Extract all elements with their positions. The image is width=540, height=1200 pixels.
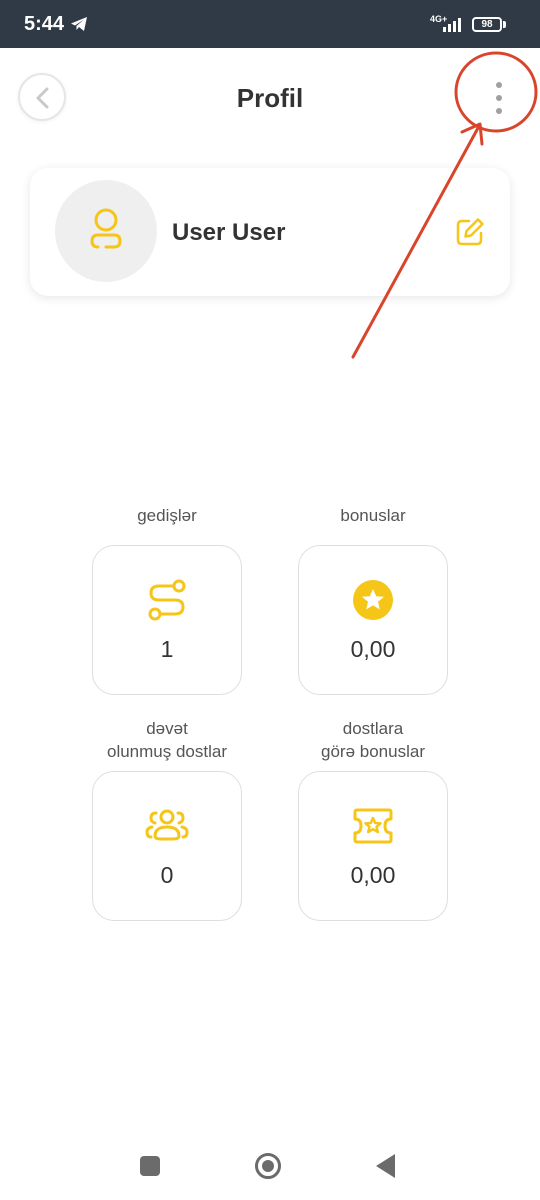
stat-value-bonuses: 0,00	[350, 636, 396, 662]
edit-icon[interactable]	[454, 216, 486, 248]
route-icon	[148, 579, 186, 621]
users-icon	[145, 809, 189, 841]
status-bar: 5:44 4G+ 98	[0, 0, 540, 48]
home-icon[interactable]	[255, 1153, 281, 1179]
star-icon	[353, 580, 393, 620]
stat-card-trips[interactable]: 1	[92, 545, 242, 695]
stat-value-invited-friends: 0	[160, 862, 174, 888]
page-title: Profil	[236, 83, 304, 113]
more-options-button[interactable]	[482, 76, 516, 120]
status-time: 5:44	[24, 13, 65, 35]
avatar	[55, 180, 157, 282]
battery-tip	[503, 21, 506, 28]
signal-icon	[443, 18, 461, 32]
profile-card: User User	[30, 168, 510, 296]
stat-label-bonuses: bonuslar	[340, 506, 406, 525]
stat-card-invited-friends[interactable]: 0	[92, 771, 242, 921]
more-vertical-icon-dot	[496, 82, 502, 88]
back-icon[interactable]	[376, 1154, 395, 1178]
user-icon	[90, 208, 122, 249]
recent-apps-icon[interactable]	[140, 1156, 160, 1176]
telegram-icon	[71, 17, 87, 31]
more-vertical-icon-dot	[496, 108, 502, 114]
stat-label-trips: gedişlər	[137, 506, 197, 525]
stat-value-trips: 1	[160, 636, 174, 662]
stat-value-friend-bonuses: 0,00	[350, 862, 396, 888]
battery-icon: 98	[472, 17, 502, 32]
ticket-star-icon	[353, 808, 393, 844]
stat-card-bonuses[interactable]: 0,00	[298, 545, 448, 695]
user-name: User User	[172, 219, 286, 246]
stat-card-friend-bonuses[interactable]: 0,00	[298, 771, 448, 921]
annotation-arrowhead	[460, 122, 484, 146]
more-vertical-icon-dot	[496, 95, 502, 101]
stat-label-invited-friends: dəvət olunmuş dostlar	[106, 719, 227, 761]
stat-label-friend-bonuses: dostlara görə bonuslar	[321, 719, 425, 761]
